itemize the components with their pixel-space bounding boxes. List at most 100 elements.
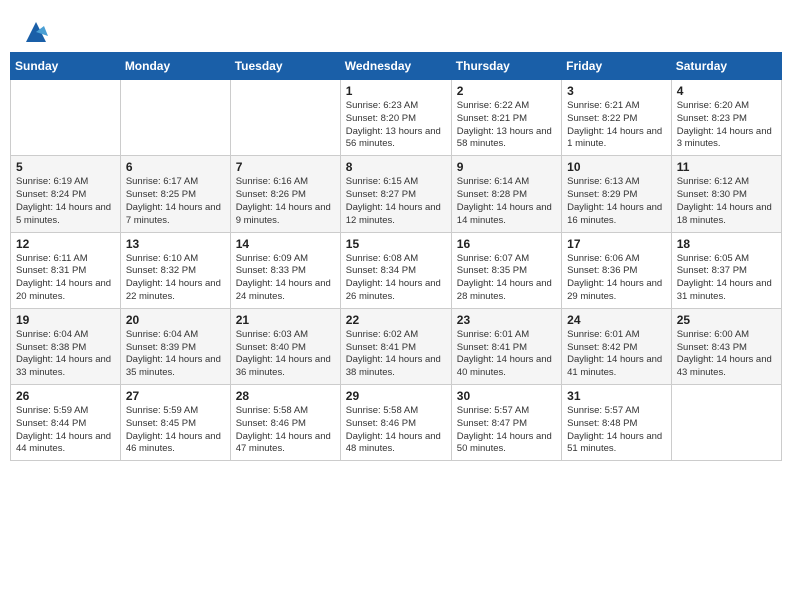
day-number: 29 (346, 389, 446, 403)
day-number: 30 (457, 389, 556, 403)
day-number: 12 (16, 237, 115, 251)
day-info: Sunrise: 6:19 AMSunset: 8:24 PMDaylight:… (16, 176, 115, 227)
day-number: 6 (126, 160, 225, 174)
day-info: Sunrise: 5:57 AMSunset: 8:47 PMDaylight:… (457, 405, 556, 456)
day-number: 22 (346, 313, 446, 327)
day-number: 31 (567, 389, 666, 403)
calendar-cell: 27 Sunrise: 5:59 AMSunset: 8:45 PMDayligh… (120, 385, 230, 461)
day-number: 5 (16, 160, 115, 174)
day-number: 23 (457, 313, 556, 327)
day-info: Sunrise: 6:17 AMSunset: 8:25 PMDaylight:… (126, 176, 225, 227)
week-row-4: 19Sunrise: 6:04 AMSunset: 8:38 PMDayligh… (11, 308, 782, 384)
week-row-2: 5 Sunrise: 6:19 AMSunset: 8:24 PMDaylight… (11, 156, 782, 232)
weekday-header-wednesday: Wednesday (340, 53, 451, 80)
calendar-cell: 16 Sunrise: 6:07 AMSunset: 8:35 PMDayligh… (451, 232, 561, 308)
day-info: Sunrise: 6:20 AMSunset: 8:23 PMDaylight:… (677, 100, 776, 151)
day-number: 10 (567, 160, 666, 174)
day-number: 20 (126, 313, 225, 327)
day-info: Sunrise: 6:15 AMSunset: 8:27 PMDaylight:… (346, 176, 446, 227)
day-info: Sunrise: 6:05 AMSunset: 8:37 PMDaylight:… (677, 253, 776, 304)
day-number: 18 (677, 237, 776, 251)
calendar-cell: 19Sunrise: 6:04 AMSunset: 8:38 PMDayligh… (11, 308, 121, 384)
day-info: Sunrise: 6:03 AMSunset: 8:40 PMDaylight:… (236, 329, 335, 380)
calendar-cell (11, 80, 121, 156)
calendar-cell: 2Sunrise: 6:22 AMSunset: 8:21 PMDaylight… (451, 80, 561, 156)
calendar-cell: 10 Sunrise: 6:13 AMSunset: 8:29 PMDayligh… (562, 156, 672, 232)
day-info: Sunrise: 6:07 AMSunset: 8:35 PMDaylight:… (457, 253, 556, 304)
day-info: Sunrise: 6:00 AMSunset: 8:43 PMDaylight:… (677, 329, 776, 380)
day-number: 14 (236, 237, 335, 251)
calendar-cell: 17 Sunrise: 6:06 AMSunset: 8:36 PMDayligh… (562, 232, 672, 308)
week-row-5: 26Sunrise: 5:59 AMSunset: 8:44 PMDayligh… (11, 385, 782, 461)
calendar-header: SundayMondayTuesdayWednesdayThursdayFrid… (11, 53, 782, 80)
calendar-cell (671, 385, 781, 461)
day-info: Sunrise: 6:21 AMSunset: 8:22 PMDaylight:… (567, 100, 666, 151)
day-number: 16 (457, 237, 556, 251)
day-info: Sunrise: 6:10 AMSunset: 8:32 PMDaylight:… (126, 253, 225, 304)
day-info: Sunrise: 6:13 AMSunset: 8:29 PMDaylight:… (567, 176, 666, 227)
calendar-cell: 6 Sunrise: 6:17 AMSunset: 8:25 PMDaylight… (120, 156, 230, 232)
day-number: 17 (567, 237, 666, 251)
weekday-header-monday: Monday (120, 53, 230, 80)
day-info: Sunrise: 6:12 AMSunset: 8:30 PMDaylight:… (677, 176, 776, 227)
calendar-cell: 23 Sunrise: 6:01 AMSunset: 8:41 PMDayligh… (451, 308, 561, 384)
day-info: Sunrise: 6:01 AMSunset: 8:41 PMDaylight:… (457, 329, 556, 380)
calendar-cell: 12 Sunrise: 6:11 AMSunset: 8:31 PMDayligh… (11, 232, 121, 308)
calendar-cell: 25Sunrise: 6:00 AMSunset: 8:43 PMDayligh… (671, 308, 781, 384)
logo-icon (22, 18, 50, 46)
day-info: Sunrise: 6:09 AMSunset: 8:33 PMDaylight:… (236, 253, 335, 304)
day-number: 24 (567, 313, 666, 327)
week-row-1: 1 Sunrise: 6:23 AMSunset: 8:20 PMDaylight… (11, 80, 782, 156)
day-info: Sunrise: 5:59 AMSunset: 8:45 PMDaylight:… (126, 405, 225, 456)
calendar-cell: 22 Sunrise: 6:02 AMSunset: 8:41 PMDayligh… (340, 308, 451, 384)
day-number: 19 (16, 313, 115, 327)
calendar-cell: 8 Sunrise: 6:15 AMSunset: 8:27 PMDaylight… (340, 156, 451, 232)
calendar-cell: 11 Sunrise: 6:12 AMSunset: 8:30 PMDayligh… (671, 156, 781, 232)
weekday-header-sunday: Sunday (11, 53, 121, 80)
calendar-cell: 26Sunrise: 5:59 AMSunset: 8:44 PMDayligh… (11, 385, 121, 461)
day-number: 27 (126, 389, 225, 403)
day-number: 21 (236, 313, 335, 327)
calendar-cell: 15 Sunrise: 6:08 AMSunset: 8:34 PMDayligh… (340, 232, 451, 308)
day-info: Sunrise: 6:08 AMSunset: 8:34 PMDaylight:… (346, 253, 446, 304)
calendar-cell: 30 Sunrise: 5:57 AMSunset: 8:47 PMDayligh… (451, 385, 561, 461)
day-info: Sunrise: 6:06 AMSunset: 8:36 PMDaylight:… (567, 253, 666, 304)
weekday-header-saturday: Saturday (671, 53, 781, 80)
week-row-3: 12 Sunrise: 6:11 AMSunset: 8:31 PMDayligh… (11, 232, 782, 308)
calendar-cell: 20 Sunrise: 6:04 AMSunset: 8:39 PMDayligh… (120, 308, 230, 384)
day-info: Sunrise: 5:58 AMSunset: 8:46 PMDaylight:… (346, 405, 446, 456)
day-number: 26 (16, 389, 115, 403)
day-number: 8 (346, 160, 446, 174)
day-number: 3 (567, 84, 666, 98)
calendar-cell: 31Sunrise: 5:57 AMSunset: 8:48 PMDayligh… (562, 385, 672, 461)
day-info: Sunrise: 6:16 AMSunset: 8:26 PMDaylight:… (236, 176, 335, 227)
day-info: Sunrise: 6:23 AMSunset: 8:20 PMDaylight:… (346, 100, 446, 151)
calendar-body: 1 Sunrise: 6:23 AMSunset: 8:20 PMDaylight… (11, 80, 782, 461)
day-info: Sunrise: 6:02 AMSunset: 8:41 PMDaylight:… (346, 329, 446, 380)
day-number: 7 (236, 160, 335, 174)
calendar-cell: 14 Sunrise: 6:09 AMSunset: 8:33 PMDayligh… (230, 232, 340, 308)
day-info: Sunrise: 6:04 AMSunset: 8:39 PMDaylight:… (126, 329, 225, 380)
calendar-cell (120, 80, 230, 156)
day-info: Sunrise: 6:14 AMSunset: 8:28 PMDaylight:… (457, 176, 556, 227)
weekday-header-tuesday: Tuesday (230, 53, 340, 80)
logo (20, 18, 50, 46)
page-header (10, 10, 782, 52)
calendar-cell: 18 Sunrise: 6:05 AMSunset: 8:37 PMDayligh… (671, 232, 781, 308)
day-number: 1 (346, 84, 446, 98)
day-number: 11 (677, 160, 776, 174)
calendar-cell: 1 Sunrise: 6:23 AMSunset: 8:20 PMDaylight… (340, 80, 451, 156)
weekday-header-row: SundayMondayTuesdayWednesdayThursdayFrid… (11, 53, 782, 80)
day-number: 4 (677, 84, 776, 98)
calendar-cell: 13 Sunrise: 6:10 AMSunset: 8:32 PMDayligh… (120, 232, 230, 308)
day-info: Sunrise: 6:11 AMSunset: 8:31 PMDaylight:… (16, 253, 115, 304)
calendar-cell: 28Sunrise: 5:58 AMSunset: 8:46 PMDayligh… (230, 385, 340, 461)
weekday-header-friday: Friday (562, 53, 672, 80)
calendar-table: SundayMondayTuesdayWednesdayThursdayFrid… (10, 52, 782, 461)
day-info: Sunrise: 5:58 AMSunset: 8:46 PMDaylight:… (236, 405, 335, 456)
day-number: 13 (126, 237, 225, 251)
calendar-cell (230, 80, 340, 156)
day-number: 15 (346, 237, 446, 251)
calendar-cell: 21 Sunrise: 6:03 AMSunset: 8:40 PMDayligh… (230, 308, 340, 384)
calendar-cell: 4 Sunrise: 6:20 AMSunset: 8:23 PMDaylight… (671, 80, 781, 156)
